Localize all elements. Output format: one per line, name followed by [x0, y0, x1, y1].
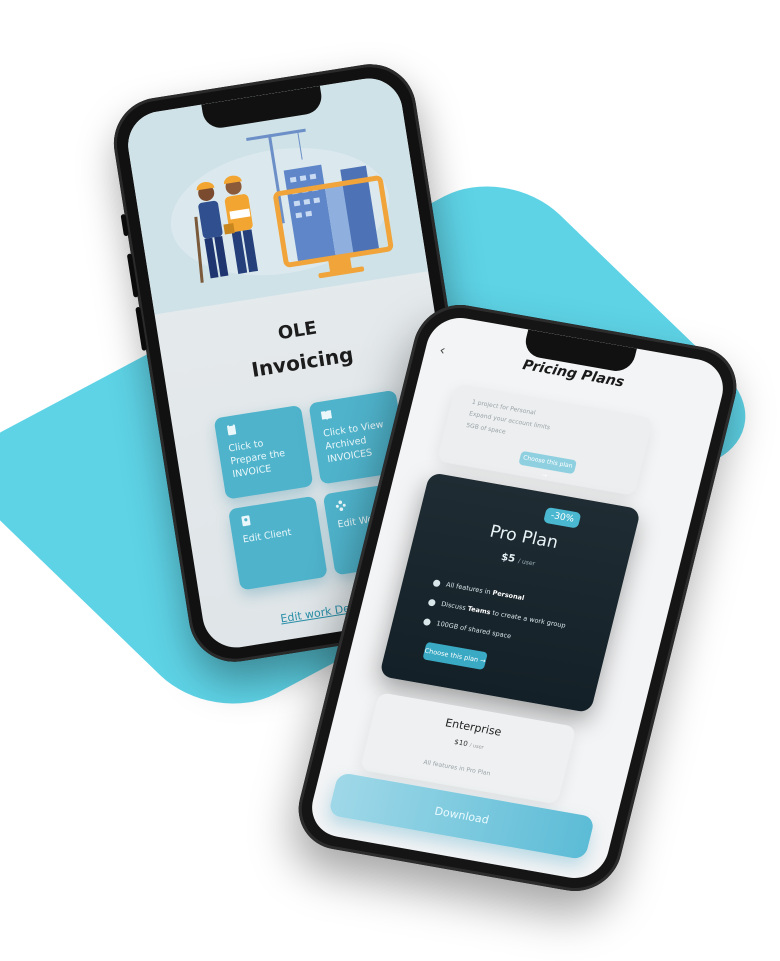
check-icon	[422, 617, 432, 626]
worker-icon	[335, 500, 346, 512]
prepare-invoice-tile[interactable]: Click to Prepare the INVOICE	[213, 404, 314, 500]
plan-feature: 100GB of shared space	[422, 617, 512, 640]
pro-plan-card: -30% Pro Plan $5 / user All features in …	[379, 472, 642, 714]
discount-badge: -30%	[543, 506, 582, 529]
edit-client-tile[interactable]: Edit Client	[227, 495, 328, 591]
choose-basic-plan-button[interactable]: Choose this plan →	[518, 450, 578, 479]
price-value: $10	[453, 737, 469, 749]
plan-feature: 5GB of space	[465, 421, 507, 436]
check-icon	[427, 598, 437, 607]
phone-side-button	[120, 213, 129, 237]
clipboard-icon	[227, 423, 237, 436]
phone-side-button	[126, 253, 139, 298]
price-unit: / user	[517, 557, 536, 568]
tile-label: Click to View Archived INVOICES	[322, 419, 385, 466]
price-value: $5	[499, 551, 517, 565]
phone-side-button	[135, 306, 148, 351]
book-icon	[320, 410, 332, 420]
check-icon	[432, 578, 442, 587]
tile-label: Click to Prepare the INVOICE	[227, 438, 286, 481]
plan-feature: All features in Personal	[432, 578, 525, 602]
price-unit: / user	[468, 742, 485, 751]
tile-label: Edit Client	[242, 526, 293, 546]
client-icon	[241, 515, 251, 527]
plan-feature: All features in Pro Plan	[422, 758, 492, 778]
choose-pro-plan-button[interactable]: Choose this plan →	[422, 641, 488, 671]
